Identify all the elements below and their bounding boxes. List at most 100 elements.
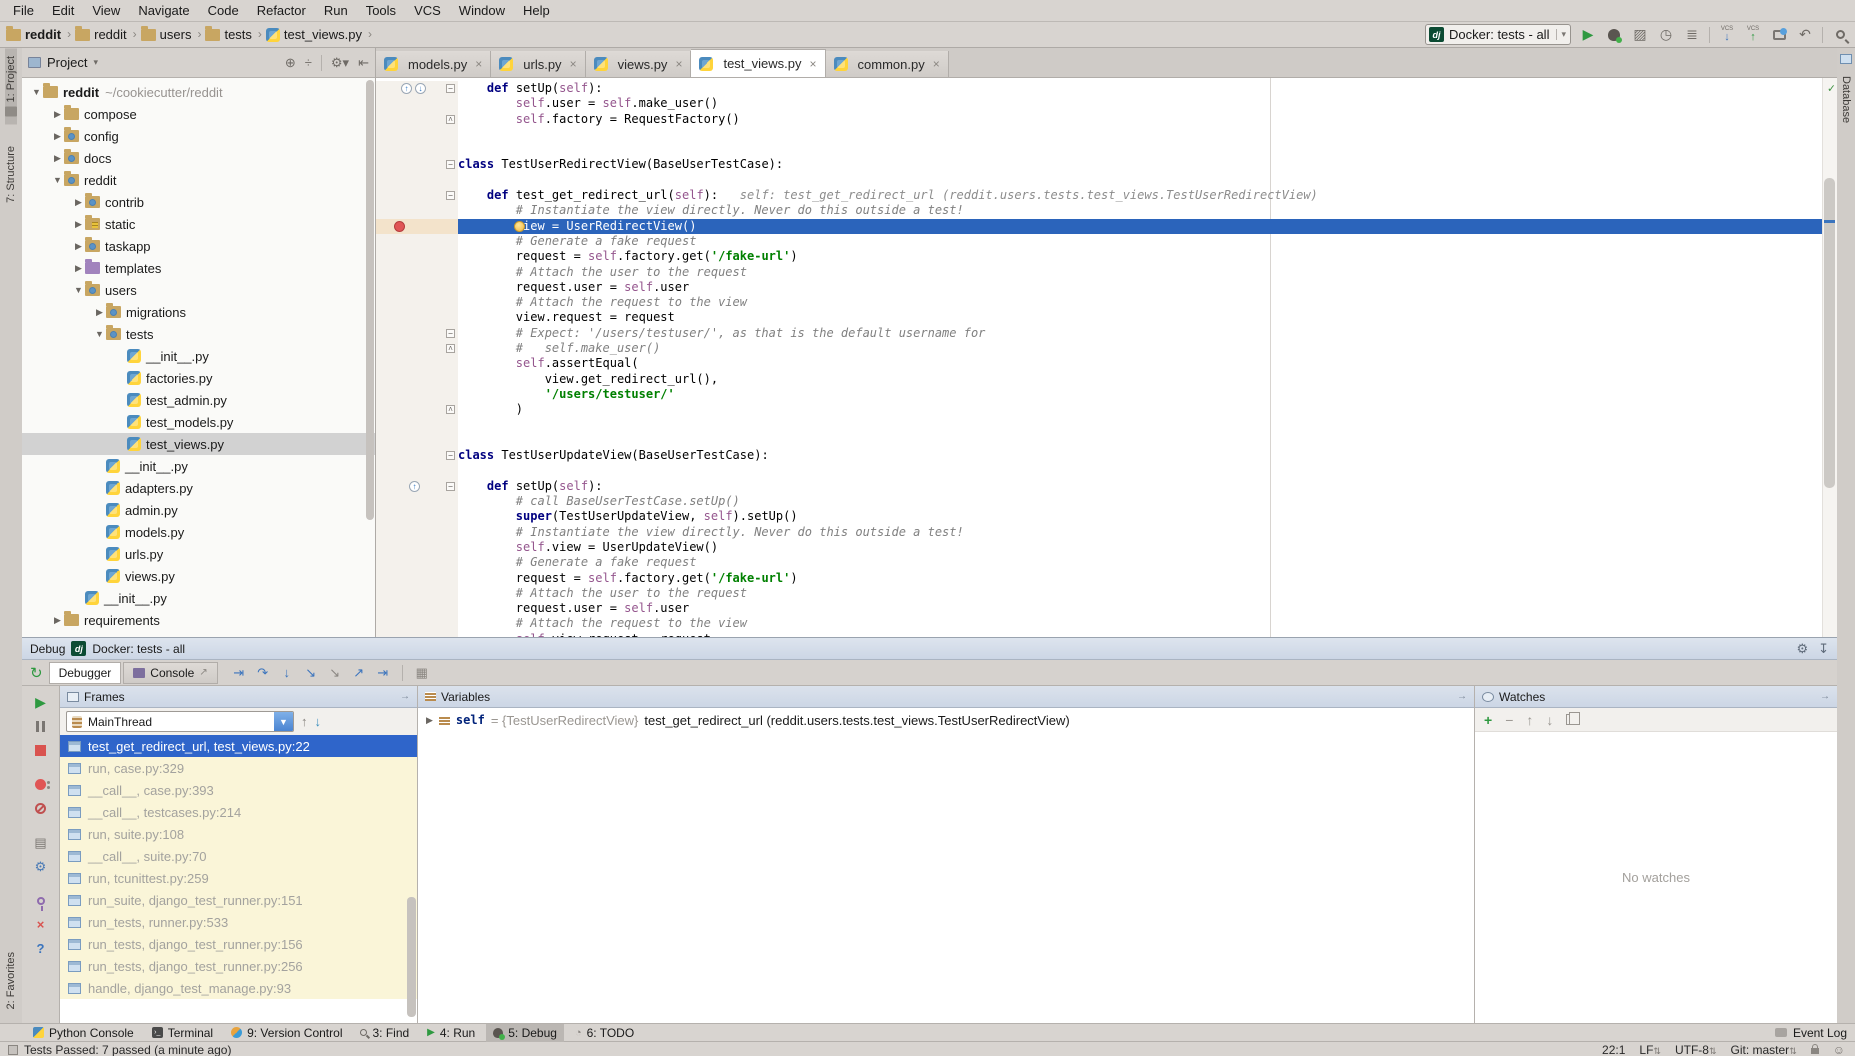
stack-frame-row[interactable]: run, case.py:329 <box>60 757 417 779</box>
tree-item-adapters-py[interactable]: adapters.py <box>22 477 375 499</box>
editor-tab-test-views-py[interactable]: test_views.py× <box>691 49 825 77</box>
float-panel-icon[interactable]: → <box>400 691 410 702</box>
tab-debugger[interactable]: Debugger <box>49 662 122 684</box>
tree-item-config[interactable]: ▶config <box>22 125 375 147</box>
fold-marker-icon[interactable]: ˄ <box>446 115 455 124</box>
frames-scrollbar[interactable] <box>407 897 416 1017</box>
menu-edit[interactable]: Edit <box>43 0 83 21</box>
breakpoint-icon[interactable] <box>394 221 405 232</box>
tree-item-requirements[interactable]: ▶requirements <box>22 609 375 631</box>
tree-item-migrations[interactable]: ▶migrations <box>22 301 375 323</box>
editor-gutter[interactable] <box>376 295 458 310</box>
fold-marker-icon[interactable]: − <box>446 191 455 200</box>
toolwindow-event-log[interactable]: Event Log <box>1793 1026 1847 1040</box>
step-out-button[interactable]: ↗ <box>348 665 370 681</box>
editor-gutter[interactable] <box>376 509 458 524</box>
run-with-options-button[interactable]: ≣ <box>1683 26 1701 44</box>
editor-gutter[interactable] <box>376 525 458 540</box>
expand-arrow-icon[interactable]: ▶ <box>426 715 433 726</box>
move-watch-up-button[interactable]: ↑ <box>1526 712 1533 728</box>
tree-item--init-py[interactable]: __init__.py <box>22 345 375 367</box>
editor-tab-views-py[interactable]: views.py× <box>586 51 692 77</box>
editor-gutter[interactable] <box>376 142 458 157</box>
collapse-all-button[interactable]: ÷ <box>305 55 312 70</box>
tree-item-factories-py[interactable]: factories.py <box>22 367 375 389</box>
run-configuration-select[interactable]: dj Docker: tests - all ▾ <box>1425 24 1571 45</box>
git-branch-select[interactable]: Git: master⇅ <box>1731 1043 1797 1056</box>
float-panel-icon[interactable]: → <box>1820 691 1830 702</box>
menu-tools[interactable]: Tools <box>357 0 405 21</box>
stack-frame-row[interactable]: run_suite, django_test_runner.py:151 <box>60 889 417 911</box>
code-line[interactable] <box>376 463 1822 478</box>
history-button[interactable] <box>1770 26 1788 44</box>
editor-gutter[interactable] <box>376 463 458 478</box>
tree-closed-arrow-icon[interactable]: ▶ <box>51 153 64 164</box>
tree-open-arrow-icon[interactable]: ▼ <box>51 175 64 185</box>
breadcrumb-item[interactable]: tests <box>205 27 251 42</box>
tree-item-tests[interactable]: ▼tests <box>22 323 375 345</box>
code-line[interactable] <box>376 418 1822 433</box>
stack-frame-row[interactable]: run, suite.py:108 <box>60 823 417 845</box>
code-line[interactable]: # Attach the user to the request <box>376 586 1822 601</box>
menu-refactor[interactable]: Refactor <box>248 0 315 21</box>
tree-item-contrib[interactable]: ▶contrib <box>22 191 375 213</box>
debug-button[interactable] <box>1605 26 1623 44</box>
scrollbar-thumb[interactable] <box>1824 178 1835 488</box>
editor-gutter[interactable] <box>376 540 458 555</box>
close-icon[interactable]: × <box>675 57 682 71</box>
toolwindow-terminal[interactable]: ›_Terminal <box>145 1024 220 1042</box>
editor-gutter[interactable]: ˄ <box>376 341 458 356</box>
toolwindow-todo[interactable]: ◔6: TODO <box>568 1024 641 1042</box>
stack-frame-row[interactable]: __call__, suite.py:70 <box>60 845 417 867</box>
hide-panel-button[interactable]: ⇤ <box>358 55 369 71</box>
sidebar-tab-structure[interactable]: 7: Structure <box>5 138 17 211</box>
tree-closed-arrow-icon[interactable]: ▶ <box>72 219 85 230</box>
tree-item-taskapp[interactable]: ▶taskapp <box>22 235 375 257</box>
code-line[interactable]: # Attach the request to the view <box>376 295 1822 310</box>
coverage-button[interactable]: ▨ <box>1631 26 1649 44</box>
tree-item-test-views-py[interactable]: test_views.py <box>22 433 375 455</box>
close-icon[interactable]: × <box>933 57 940 71</box>
thread-dropdown[interactable]: MainThread ▼ <box>66 711 294 732</box>
editor-gutter[interactable] <box>376 96 458 111</box>
run-to-cursor-button[interactable]: ⇥ <box>372 665 394 681</box>
tree-closed-arrow-icon[interactable]: ▶ <box>72 263 85 274</box>
editor-gutter[interactable] <box>376 433 458 448</box>
code-line[interactable]: request = self.factory.get('/fake-url') <box>376 571 1822 586</box>
tree-item-models-py[interactable]: models.py <box>22 521 375 543</box>
evaluate-expression-button[interactable]: ▦ <box>411 665 433 681</box>
code-line[interactable]: # Generate a fake request <box>376 234 1822 249</box>
editor-gutter[interactable]: ↑↓− <box>376 81 458 96</box>
tree-closed-arrow-icon[interactable]: ▶ <box>51 615 64 626</box>
tree-closed-arrow-icon[interactable]: ▶ <box>72 241 85 252</box>
breadcrumb-item[interactable]: test_views.py <box>266 27 362 42</box>
code-line[interactable] <box>376 142 1822 157</box>
tree-item-templates[interactable]: ▶templates <box>22 257 375 279</box>
editor-gutter[interactable] <box>376 372 458 387</box>
line-ending-select[interactable]: LF⇅ <box>1639 1043 1661 1056</box>
code-line[interactable]: − def test_get_redirect_url(self): self:… <box>376 188 1822 203</box>
code-line[interactable]: ˄ # self.make_user() <box>376 341 1822 356</box>
code-line[interactable]: # call BaseUserTestCase.setUp() <box>376 494 1822 509</box>
fold-marker-icon[interactable]: ˄ <box>446 405 455 414</box>
tree-scrollbar[interactable] <box>366 80 374 520</box>
overrides-method-icon[interactable]: ↑ <box>409 481 420 492</box>
tree-closed-arrow-icon[interactable]: ▶ <box>51 109 64 120</box>
stack-frame-row[interactable]: run, tcunittest.py:259 <box>60 867 417 889</box>
float-panel-icon[interactable]: → <box>1457 691 1467 702</box>
stack-frame-row[interactable]: run_tests, django_test_runner.py:156 <box>60 933 417 955</box>
editor-gutter[interactable] <box>376 219 458 234</box>
code-line[interactable]: request.user = self.user <box>376 280 1822 295</box>
add-watch-button[interactable]: + <box>1484 712 1492 728</box>
settings-gear-icon[interactable]: ⚙▾ <box>331 55 349 71</box>
status-message[interactable]: Tests Passed: 7 passed (a minute ago) <box>24 1043 231 1056</box>
debug-settings-button[interactable]: ⚙ <box>35 858 47 875</box>
chevron-down-icon[interactable]: ▾ <box>93 57 98 68</box>
editor-gutter[interactable] <box>376 387 458 402</box>
smart-step-into-button[interactable]: ↘ <box>324 665 346 681</box>
run-button[interactable]: ▶ <box>1579 26 1597 44</box>
fold-marker-icon[interactable]: − <box>446 329 455 338</box>
tree-open-arrow-icon[interactable]: ▼ <box>72 285 85 295</box>
resume-button[interactable]: ▶ <box>35 694 46 711</box>
editor-gutter[interactable] <box>376 280 458 295</box>
